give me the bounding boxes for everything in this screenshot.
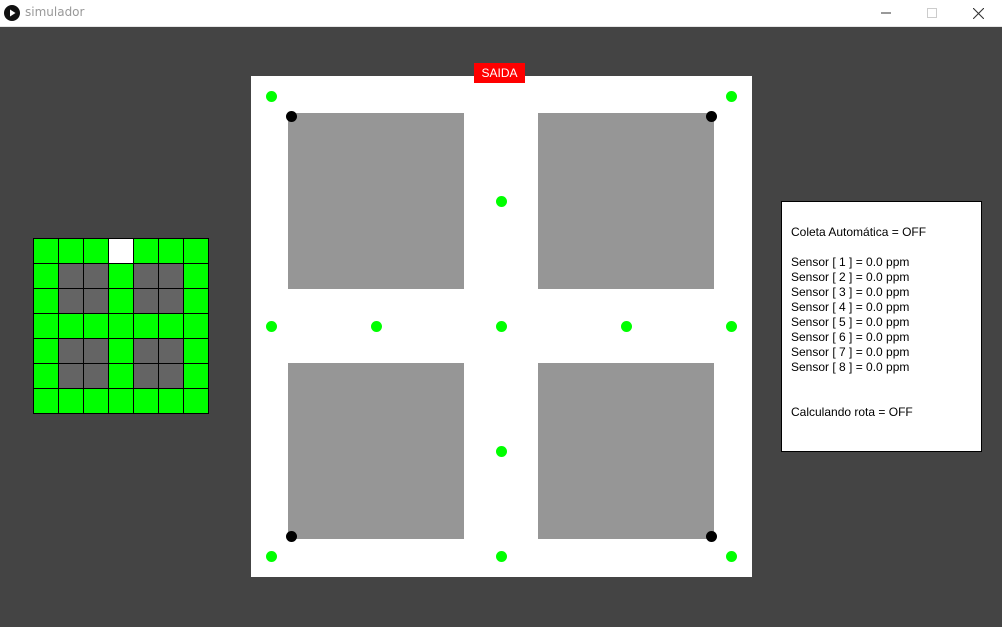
sensor-reading: Sensor [ 5 ] = 0.0 ppm: [791, 315, 910, 329]
simulation-arena: [251, 76, 752, 577]
minimap-cell-path: [34, 239, 59, 264]
status-panel: Coleta Automática = OFF Sensor [ 1 ] = 0…: [781, 201, 982, 452]
route-status: Calculando rota = OFF: [791, 405, 913, 419]
path-node: [370, 320, 382, 332]
minimap-cell-path: [84, 389, 109, 414]
minimap-cell-block: [59, 264, 84, 289]
minimap-cell-block: [134, 264, 159, 289]
sensor-reading: Sensor [ 2 ] = 0.0 ppm: [791, 270, 910, 284]
minimap-cell-path: [159, 389, 184, 414]
path-node: [265, 90, 277, 102]
minimap-cell-block: [134, 289, 159, 314]
minimap-cell-path: [109, 314, 134, 339]
processing-app-icon: [4, 5, 20, 21]
minimap-cell-path: [109, 289, 134, 314]
path-node: [495, 320, 507, 332]
minimap-cell-path: [34, 264, 59, 289]
minimap-cell-path: [59, 314, 84, 339]
minimap-cell-block: [59, 364, 84, 389]
minimap-cell-path: [134, 314, 159, 339]
path-node: [265, 550, 277, 562]
minimap-cell-path: [34, 389, 59, 414]
minimap-cell-path: [184, 289, 209, 314]
sensor-node: [285, 530, 297, 542]
minimap-cell-path: [59, 239, 84, 264]
close-icon: [972, 7, 984, 19]
minimap-cell-block: [159, 289, 184, 314]
minimap-cell-path: [184, 389, 209, 414]
minimap-cell-path: [184, 364, 209, 389]
block-bottom-right: [538, 363, 714, 539]
minimap-grid: [33, 238, 209, 414]
sensor-reading: Sensor [ 6 ] = 0.0 ppm: [791, 330, 910, 344]
maximize-button[interactable]: [909, 0, 955, 26]
path-node: [265, 320, 277, 332]
minimap-cell-path: [34, 314, 59, 339]
minimap-cell-path: [184, 239, 209, 264]
minimap-cell-path: [84, 239, 109, 264]
sensor-reading: Sensor [ 7 ] = 0.0 ppm: [791, 345, 910, 359]
minimap-cell-block: [134, 339, 159, 364]
minimap-cell-path: [109, 339, 134, 364]
path-node: [495, 445, 507, 457]
minimap-cell-block: [84, 364, 109, 389]
sensor-reading: Sensor [ 4 ] = 0.0 ppm: [791, 300, 910, 314]
minimap-cell-path: [34, 289, 59, 314]
window-title: simulador: [25, 5, 85, 19]
block-top-left: [288, 113, 464, 289]
sensor-node: [285, 110, 297, 122]
minimize-button[interactable]: [863, 0, 909, 26]
close-button[interactable]: [955, 0, 1001, 26]
minimap-cell-path: [109, 389, 134, 414]
block-bottom-left: [288, 363, 464, 539]
minimap-cell-path: [134, 239, 159, 264]
sensor-node: [705, 110, 717, 122]
minimap-cell-block: [134, 364, 159, 389]
minimap-cell-path: [109, 264, 134, 289]
minimap-cell-path: [84, 314, 109, 339]
minimize-icon: [881, 12, 891, 14]
minimap-cell-path: [159, 239, 184, 264]
path-node: [725, 90, 737, 102]
minimap-cell-path: [159, 314, 184, 339]
sensor-reading: Sensor [ 8 ] = 0.0 ppm: [791, 360, 910, 374]
minimap-cell-block: [59, 339, 84, 364]
minimap-cell-path: [184, 339, 209, 364]
title-bar: simulador: [0, 0, 1002, 27]
path-node: [495, 195, 507, 207]
minimap-cell-block: [84, 264, 109, 289]
minimap-cell-path: [184, 314, 209, 339]
minimap-cell-block: [59, 289, 84, 314]
minimap-cell-path: [134, 389, 159, 414]
sensor-reading: Sensor [ 1 ] = 0.0 ppm: [791, 255, 910, 269]
path-node: [725, 550, 737, 562]
sensor-reading: Sensor [ 3 ] = 0.0 ppm: [791, 285, 910, 299]
minimap-cell-path: [34, 339, 59, 364]
minimap-cell-path: [109, 364, 134, 389]
path-node: [495, 550, 507, 562]
sensor-node: [705, 530, 717, 542]
minimap-cell-exit: [109, 239, 134, 264]
path-node: [620, 320, 632, 332]
path-node: [725, 320, 737, 332]
minimap-cell-block: [159, 339, 184, 364]
maximize-icon: [927, 8, 937, 18]
exit-label: SAIDA: [474, 63, 525, 83]
minimap-cell-block: [159, 264, 184, 289]
block-top-right: [538, 113, 714, 289]
minimap-cell-path: [184, 264, 209, 289]
auto-collect-status: Coleta Automática = OFF: [791, 225, 927, 239]
minimap-cell-path: [34, 364, 59, 389]
minimap-cell-path: [59, 389, 84, 414]
minimap-cell-block: [159, 364, 184, 389]
minimap-cell-block: [84, 289, 109, 314]
minimap-cell-block: [84, 339, 109, 364]
